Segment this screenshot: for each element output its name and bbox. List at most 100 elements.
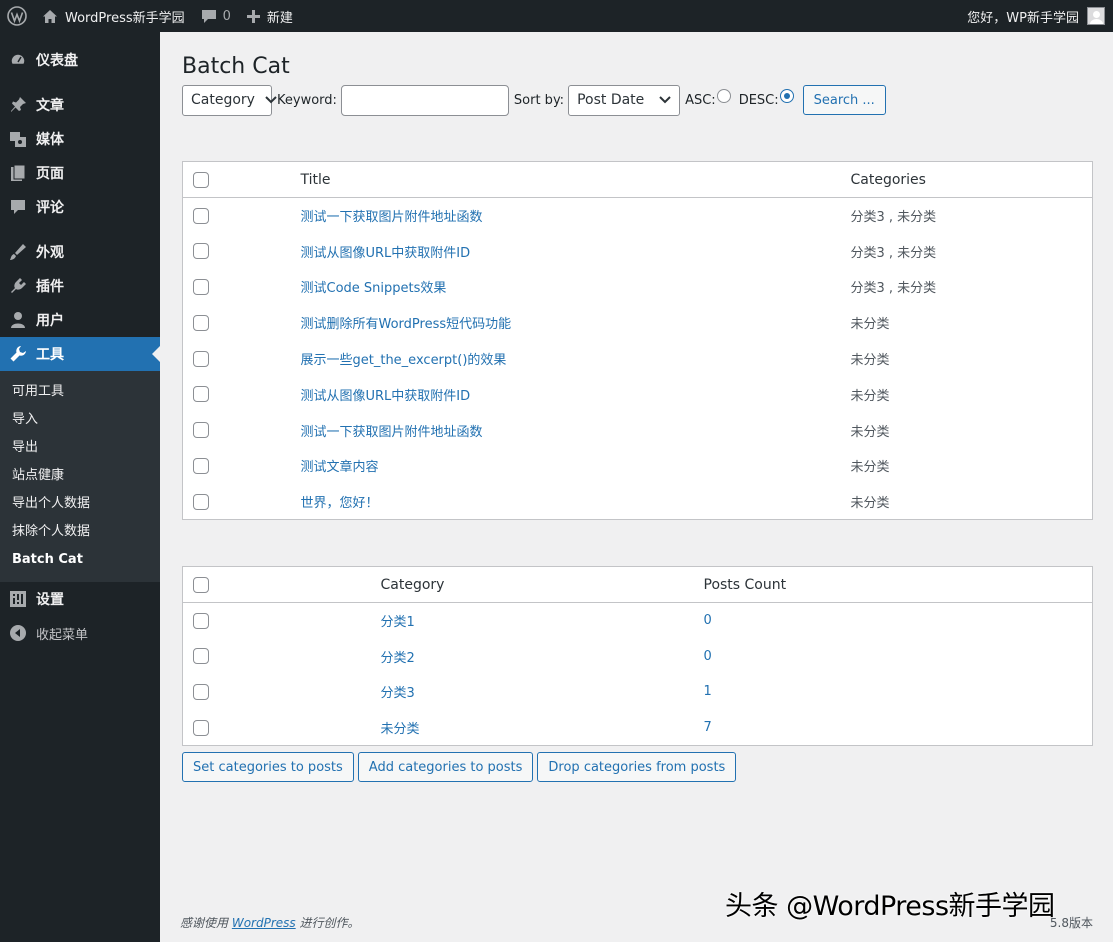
- table-row: 测试从图像URL中获取附件ID 未分类: [183, 376, 1093, 412]
- menu-label: 文章: [36, 98, 64, 114]
- posts-count-link[interactable]: 1: [704, 684, 712, 699]
- post-categories-cell: 分类3 , 未分类: [850, 245, 937, 261]
- menu-item-comments[interactable]: 评论: [0, 190, 160, 224]
- category-row-checkbox[interactable]: [193, 683, 209, 700]
- search-button[interactable]: Search ...: [802, 85, 886, 115]
- categories-table-header: Category Posts Count: [182, 566, 1093, 603]
- chevron-down-icon: [255, 96, 277, 104]
- menu-label: 设置: [36, 592, 64, 608]
- posts-count-column-header: Posts Count: [703, 566, 1093, 603]
- post-row-checkbox[interactable]: [193, 207, 209, 224]
- posts-table: Title Categories 测试一下获取图片附件地址函数 分类3 , 未分类…: [182, 161, 1093, 521]
- menu-item-settings[interactable]: 设置: [0, 582, 160, 616]
- post-row-checkbox[interactable]: [193, 243, 209, 260]
- post-title-link[interactable]: 世界，您好！: [301, 496, 379, 511]
- footer-wordpress-link[interactable]: WordPress: [232, 916, 296, 930]
- menu-item-pages[interactable]: 页面: [0, 156, 160, 190]
- post-title-link[interactable]: 测试从图像URL中获取附件ID: [301, 246, 471, 261]
- menu-label: 页面: [36, 166, 64, 182]
- category-row-checkbox[interactable]: [193, 719, 209, 736]
- menu-label: 外观: [36, 245, 64, 261]
- user-icon: [8, 310, 28, 330]
- post-categories-cell: 未分类: [850, 317, 890, 333]
- menu-item-users[interactable]: 用户: [0, 303, 160, 337]
- row-checkbox-cell: [183, 603, 381, 639]
- post-row-checkbox[interactable]: [193, 386, 209, 403]
- submenu-batch-cat[interactable]: Batch Cat: [0, 546, 160, 574]
- posts-count-link[interactable]: 0: [704, 649, 712, 664]
- post-categories-cell: 分类3 , 未分类: [850, 281, 937, 297]
- post-title-link[interactable]: 测试一下获取图片附件地址函数: [301, 210, 483, 225]
- category-name-link[interactable]: 分类2: [381, 651, 415, 666]
- page-title: Batch Cat: [182, 54, 290, 79]
- category-column-header: Category: [380, 566, 704, 603]
- submenu-site-health[interactable]: 站点健康: [0, 462, 160, 490]
- menu-item-media[interactable]: 媒体: [0, 122, 160, 156]
- site-name-link[interactable]: WordPress新手学园: [34, 0, 193, 32]
- post-row-checkbox[interactable]: [193, 314, 209, 331]
- category-row-checkbox[interactable]: [193, 612, 209, 629]
- post-categories-cell: 未分类: [850, 496, 890, 512]
- post-title-link[interactable]: 测试Code Snippets效果: [301, 281, 447, 296]
- asc-radio[interactable]: [716, 89, 731, 103]
- category-name-link[interactable]: 未分类: [381, 722, 420, 737]
- select-all-posts-checkbox[interactable]: [193, 171, 209, 188]
- add-categories-button[interactable]: Add categories to posts: [357, 752, 534, 782]
- post-row-checkbox[interactable]: [193, 493, 209, 510]
- posts-count-link[interactable]: 0: [704, 613, 712, 628]
- submenu-erase-personal-data[interactable]: 抹除个人数据: [0, 518, 160, 546]
- collapse-menu-button[interactable]: 收起菜单: [0, 616, 160, 650]
- posts-count-cell: 0: [704, 603, 1093, 639]
- wordpress-logo-icon[interactable]: [0, 0, 34, 32]
- footer-prefix: 感谢使用: [180, 916, 229, 930]
- row-checkbox-cell: [183, 448, 301, 484]
- my-account-link[interactable]: 您好，WP新手学园: [959, 0, 1113, 32]
- post-row-checkbox[interactable]: [193, 278, 209, 295]
- post-title-link[interactable]: 展示一些get_the_excerpt()的效果: [301, 353, 507, 368]
- submenu-export[interactable]: 导出: [0, 434, 160, 462]
- keyword-input[interactable]: [340, 84, 509, 116]
- category-name-link[interactable]: 分类1: [381, 615, 415, 630]
- page-icon: [8, 163, 28, 183]
- comments-link[interactable]: 0: [193, 0, 239, 32]
- category-name-link[interactable]: 分类3: [381, 686, 415, 701]
- desc-radio[interactable]: [779, 89, 794, 103]
- row-checkbox-cell: [183, 233, 301, 269]
- submenu-export-personal-data[interactable]: 导出个人数据: [0, 490, 160, 518]
- footer-thanks: 感谢使用 WordPress 进行创作。: [180, 914, 360, 931]
- desc-label: DESC:: [738, 92, 779, 108]
- menu-item-posts[interactable]: 文章: [0, 88, 160, 122]
- new-content-link[interactable]: 新建: [239, 0, 301, 32]
- menu-item-tools[interactable]: 工具: [0, 337, 160, 371]
- row-checkbox-cell: [183, 305, 301, 341]
- menu-item-dashboard[interactable]: 仪表盘: [0, 43, 160, 77]
- chevron-down-icon: [649, 96, 671, 104]
- sortby-select-value: Post Date: [577, 92, 645, 108]
- set-categories-button[interactable]: Set categories to posts: [182, 752, 354, 782]
- post-title-link[interactable]: 测试从图像URL中获取附件ID: [301, 389, 471, 404]
- post-row-checkbox[interactable]: [193, 422, 209, 439]
- post-row-checkbox[interactable]: [193, 350, 209, 367]
- post-title-link[interactable]: 测试删除所有WordPress短代码功能: [301, 317, 512, 332]
- post-title-link[interactable]: 测试一下获取图片附件地址函数: [301, 425, 483, 440]
- row-checkbox-cell: [183, 198, 301, 234]
- menu-item-plugins[interactable]: 插件: [0, 269, 160, 303]
- menu-item-appearance[interactable]: 外观: [0, 235, 160, 269]
- table-row: 测试一下获取图片附件地址函数 未分类: [183, 412, 1093, 448]
- sortby-select[interactable]: Post Date: [568, 84, 681, 116]
- drop-categories-button[interactable]: Drop categories from posts: [537, 752, 737, 782]
- posts-count-link[interactable]: 7: [704, 720, 712, 735]
- table-row: 分类2 0: [183, 638, 1093, 674]
- category-row-checkbox[interactable]: [193, 648, 209, 665]
- select-all-categories-checkbox[interactable]: [193, 576, 209, 593]
- table-row: 测试删除所有WordPress短代码功能 未分类: [183, 305, 1093, 341]
- submenu-import[interactable]: 导入: [0, 406, 160, 434]
- row-checkbox-cell: [183, 376, 301, 412]
- submenu-available-tools[interactable]: 可用工具: [0, 378, 160, 406]
- post-categories-cell: 未分类: [850, 424, 890, 440]
- post-row-checkbox[interactable]: [193, 457, 209, 474]
- category-select[interactable]: Category: [182, 84, 277, 116]
- post-title-link[interactable]: 测试文章内容: [301, 460, 379, 475]
- title-column-header[interactable]: Title: [300, 161, 851, 198]
- comment-count: 0: [222, 8, 231, 24]
